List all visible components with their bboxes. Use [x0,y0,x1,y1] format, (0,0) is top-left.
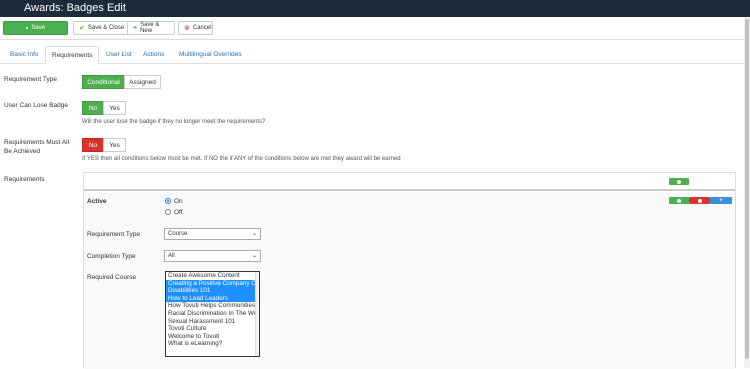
tab-actions[interactable]: Actions [137,46,170,64]
assigned-option[interactable]: Assigned [124,75,161,89]
requirements-panel-header [84,173,735,191]
insert-requirement-button[interactable]: + [710,197,732,204]
course-option[interactable]: What is eLearning? [166,340,259,348]
completion-type-select[interactable]: All ⌄ [164,250,261,262]
add-requirement-button[interactable] [669,178,689,185]
save-icon: ▪ [25,24,29,32]
plus-icon: + [133,24,138,32]
listbox-scrollbar[interactable] [255,272,259,356]
can-lose-no-option[interactable]: No [82,101,104,115]
course-option[interactable]: Sexual Harassment 101 [166,318,259,326]
completion-type-label: Completion Type [87,253,136,260]
chevron-down-icon: ⌄ [251,231,257,237]
chevron-down-icon: ⌄ [251,253,257,259]
active-off-radio[interactable] [165,209,171,215]
page-scrollbar[interactable] [744,17,750,368]
active-on-radio[interactable] [165,198,171,204]
course-option[interactable]: How to Lead Leaders [166,294,259,303]
course-option[interactable]: Tovuti Culture [166,325,259,333]
course-option[interactable]: Welcome to Tovuti [166,333,259,341]
course-option[interactable]: How Tovuti Helps Communities [166,302,259,310]
course-option[interactable]: Create Awesome Content [166,272,259,280]
move-requirement-button[interactable] [669,197,689,204]
course-option[interactable]: Racial Discrimination In The Workplace [166,310,259,318]
tab-user-list[interactable]: User List [100,46,138,64]
tab-basic-info[interactable]: Basic Info [4,46,45,64]
tab-requirements[interactable]: Requirements [45,46,100,64]
toolbar: ▪ Save ✔ Save & Close + Save & New ⊗ Can… [0,17,750,40]
completion-type-value: All [168,253,175,259]
cancel-label: Cancel [192,25,212,31]
tab-bar: Basic Info Requirements User List Action… [0,46,744,64]
save-new-button[interactable]: + Save & New [127,21,175,35]
save-label: Save [31,25,46,31]
active-off-label: Off [174,209,183,216]
course-option[interactable]: Disabilities 101 [166,287,259,295]
active-label: Active [87,198,107,205]
cancel-icon: ⊗ [184,24,190,32]
conditional-option[interactable]: Conditional [82,75,125,89]
must-all-achieved-label: Requirements Must All Be Achieved [4,139,70,155]
can-lose-badge-label: User Can Lose Badge [4,102,68,109]
active-on-label: On [174,198,183,205]
scrollbar-thumb[interactable] [745,19,749,359]
remove-icon [697,198,702,203]
requirements-label: Requirements [4,176,45,183]
requirement-type-label: Requirement Type [4,76,57,83]
save-new-label: Save & New [140,22,160,34]
must-all-yes-option[interactable]: Yes [103,138,126,152]
add-icon [677,179,681,184]
must-all-help: If YES then all conditions below must be… [82,156,401,162]
check-icon: ✔ [79,24,85,32]
page-title: Awards: Badges Edit [24,2,126,14]
cancel-button[interactable]: ⊗ Cancel [178,21,213,35]
course-option[interactable]: Creating a Positive Company Culture [166,279,259,288]
title-bar: Awards: Badges Edit [0,0,750,17]
must-all-no-option[interactable]: No [82,138,104,152]
remove-requirement-button[interactable] [689,197,710,204]
required-course-label: Required Course [87,274,137,281]
plus-icon: + [719,197,723,204]
save-close-label: Save & Close [87,25,125,31]
required-course-listbox[interactable]: Create Awesome Content Creating a Positi… [165,271,260,357]
req-type-field-label: Requirement Type [87,231,140,238]
can-lose-yes-option[interactable]: Yes [103,101,126,115]
can-lose-help: Will the user lose the badge if they no … [82,119,266,125]
requirement-type-select[interactable]: Course ⌄ [164,228,261,240]
requirement-type-value: Course [168,231,188,237]
move-icon [677,198,681,203]
save-button[interactable]: ▪ Save [3,21,68,35]
tab-multilingual-overrides[interactable]: Multilingual Overrides [173,46,248,64]
